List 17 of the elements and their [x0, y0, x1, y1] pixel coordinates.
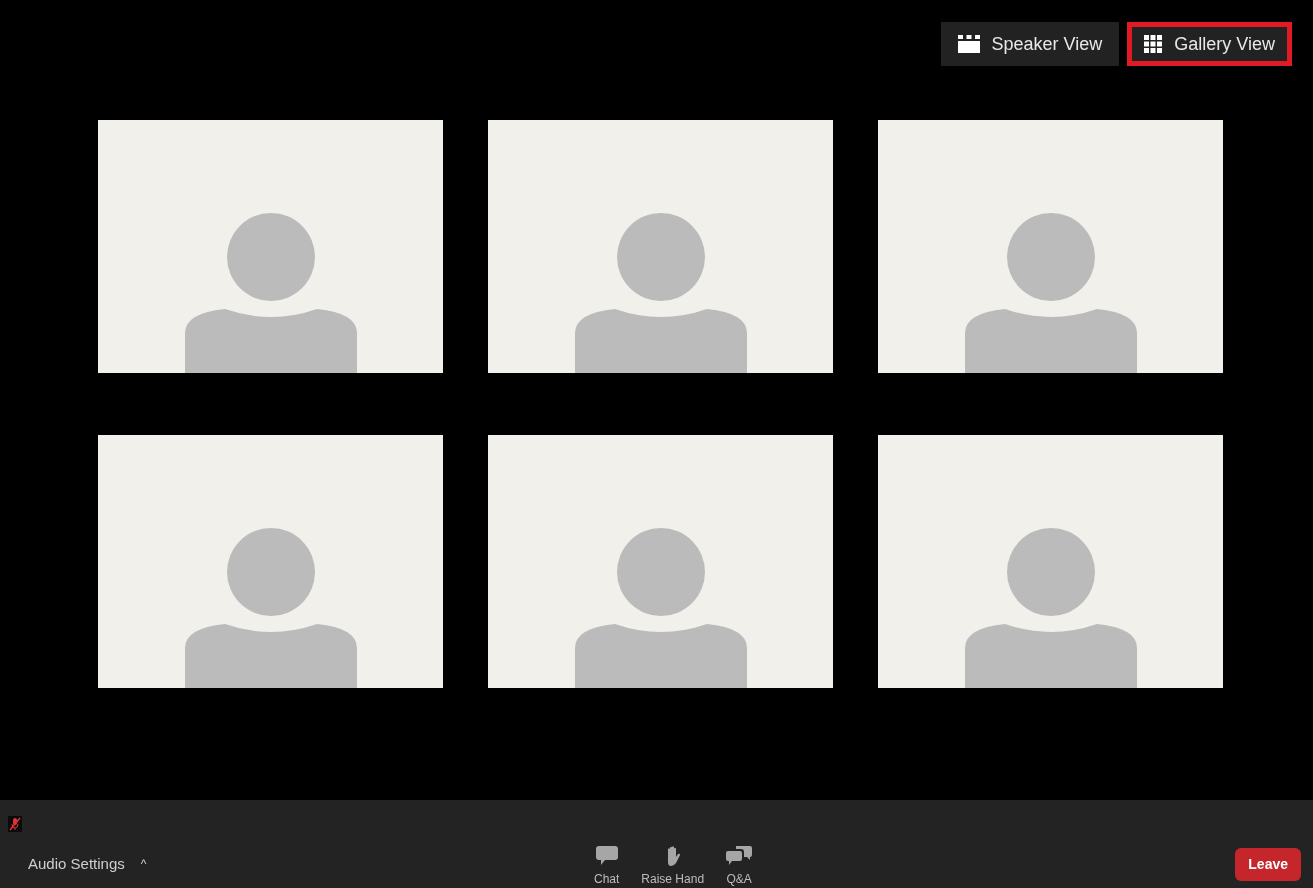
view-button[interactable]: Speaker View [940, 22, 1120, 66]
toolbar-action[interactable]: Q&A [722, 846, 757, 888]
avatar-icon [184, 213, 357, 373]
avatar-icon [574, 213, 747, 373]
leave-button[interactable]: Leave [1235, 847, 1301, 881]
avatar-icon [964, 528, 1137, 688]
speaker-layout-icon [957, 35, 980, 53]
avatar-icon [184, 528, 357, 688]
audio-settings-button[interactable]: Audio Settings ^ [28, 852, 147, 876]
view-button[interactable]: Gallery View [1127, 22, 1292, 66]
avatar-icon [964, 213, 1137, 373]
avatar-icon [574, 528, 747, 688]
grid-icon [1144, 35, 1163, 53]
toolbar-action[interactable]: Raise Hand [637, 846, 709, 888]
toolbar-action[interactable]: Chat [590, 846, 624, 888]
speech-bubbles-icon [726, 846, 753, 866]
chat-bubble-icon [595, 846, 618, 866]
